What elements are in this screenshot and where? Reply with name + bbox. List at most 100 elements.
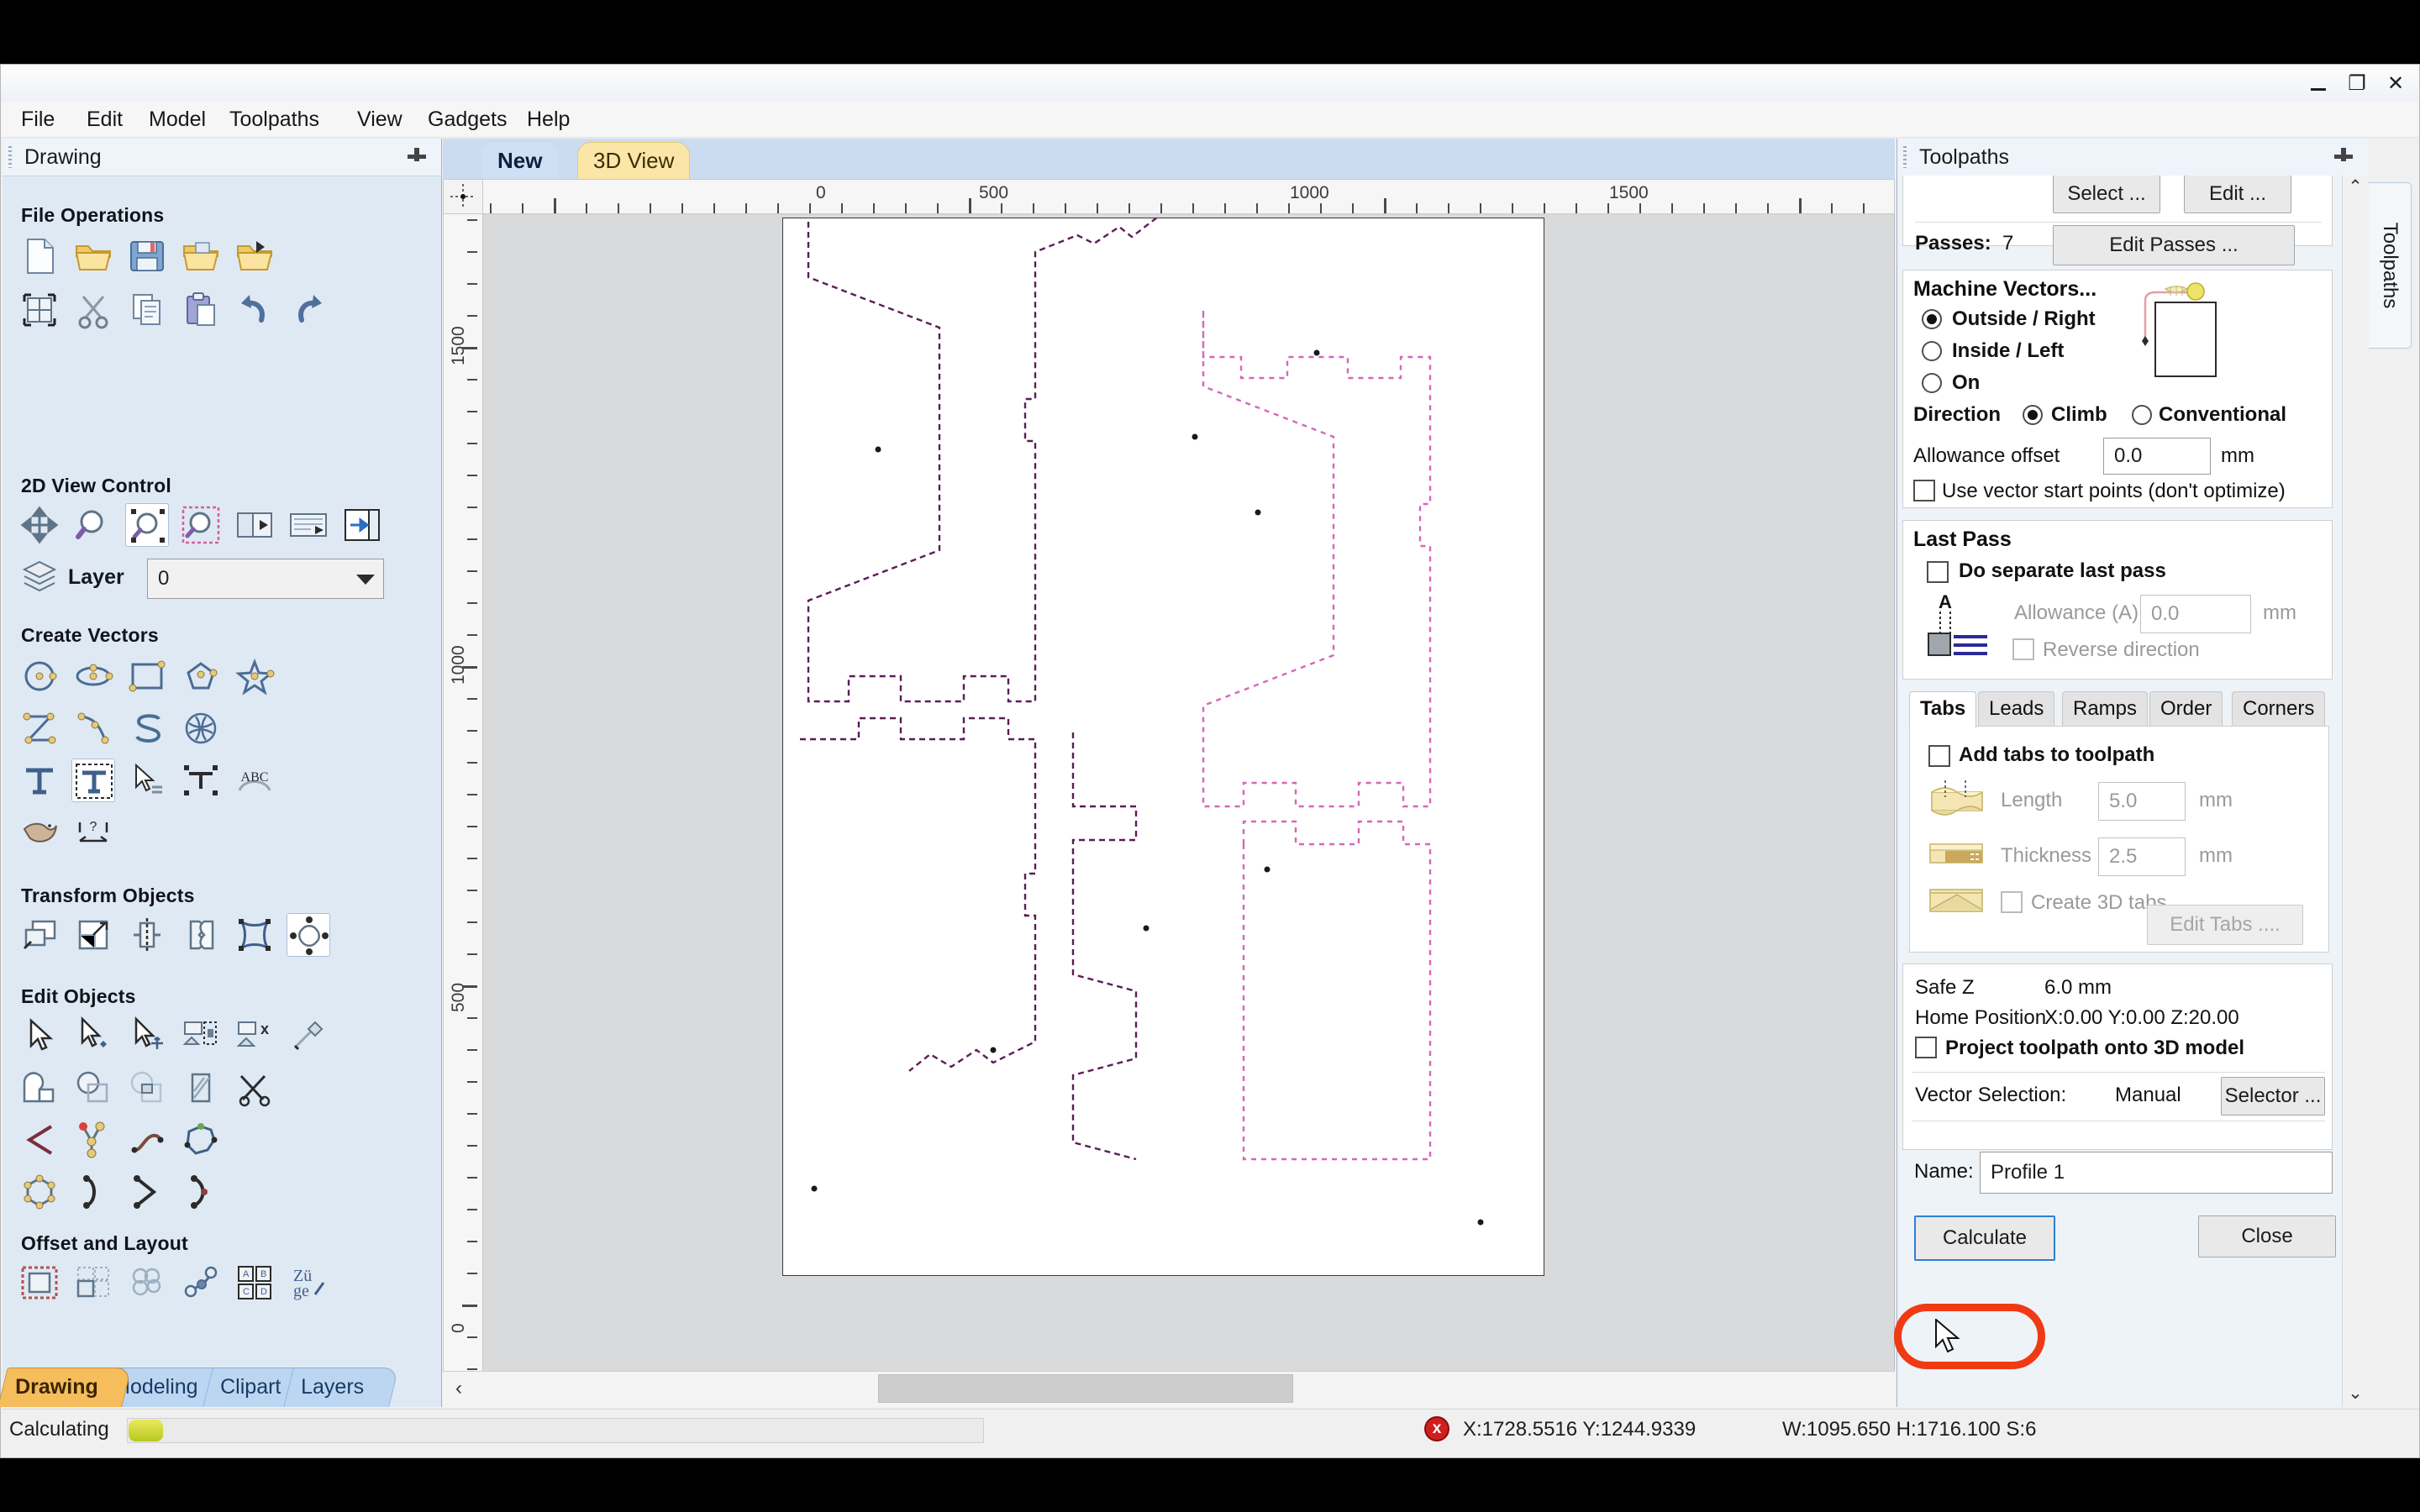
option-tab-tabs[interactable]: Tabs [1909, 691, 1977, 727]
move-icon[interactable] [18, 913, 61, 957]
text-arc-icon[interactable]: ABC [233, 759, 276, 802]
edit-passes-button[interactable]: Edit Passes ... [2053, 225, 2295, 265]
rectangle-icon[interactable] [125, 654, 169, 698]
create-3d-tabs-checkbox[interactable] [2001, 891, 2023, 913]
close-vector-icon[interactable] [179, 1118, 223, 1162]
radio-outside-right[interactable] [1922, 309, 1942, 329]
zoom-to-drawing-icon[interactable] [287, 503, 330, 547]
last-pass-allowance-input[interactable]: 0.0 [2140, 595, 2251, 633]
block-copy-icon[interactable] [179, 1261, 223, 1305]
vertical-ruler[interactable]: 1500 1000 500 0 [443, 214, 483, 1372]
menu-view[interactable]: View [345, 102, 414, 137]
close-window-button[interactable]: ✕ [2384, 73, 2407, 95]
reverse-direction-checkbox[interactable] [2012, 638, 2034, 660]
open-folder-icon[interactable] [71, 234, 115, 278]
chevron-up-icon[interactable]: ⌃ [2343, 176, 2368, 201]
project-toolpath-checkbox[interactable] [1915, 1037, 1937, 1058]
fillet-icon[interactable] [18, 1118, 61, 1162]
cut-vector-icon[interactable] [233, 1066, 276, 1110]
mirror-horizontal-icon[interactable] [179, 913, 223, 957]
close-toolpath-button[interactable]: Close [2198, 1215, 2336, 1257]
canvas-horizontal-scrollbar[interactable]: ‹ [443, 1371, 1895, 1407]
rotate-icon[interactable] [287, 913, 330, 957]
redo-icon[interactable] [287, 288, 330, 332]
select-tool-button[interactable]: Select ... [2053, 176, 2160, 213]
polygon-icon[interactable] [179, 654, 223, 698]
chevron-left-icon[interactable]: ‹ [446, 1375, 471, 1402]
node-edit-icon[interactable] [71, 1014, 115, 1058]
scrollbar-thumb[interactable] [878, 1374, 1293, 1403]
tab-layers[interactable]: Layers [283, 1368, 399, 1407]
node-points-icon[interactable] [71, 1118, 115, 1162]
toolpaths-vertical-scrollbar[interactable]: ⌃ ⌄ [2342, 176, 2368, 1407]
smooth-curve-icon[interactable] [125, 1118, 169, 1162]
menu-file[interactable]: File [9, 102, 66, 137]
distort-icon[interactable] [233, 913, 276, 957]
menu-toolpaths[interactable]: Toolpaths [218, 102, 331, 137]
trim-icon[interactable] [179, 1066, 223, 1110]
copy-icon[interactable] [125, 288, 169, 332]
curve-segment-icon[interactable] [71, 1170, 115, 1214]
subtract-icon[interactable] [71, 1066, 115, 1110]
weave-icon[interactable] [179, 706, 223, 750]
text-selected-icon[interactable] [71, 759, 115, 802]
toolpath-name-input[interactable]: Profile 1 [1980, 1152, 2333, 1194]
error-icon[interactable]: x [1424, 1416, 1449, 1441]
option-tab-order[interactable]: Order [2149, 691, 2223, 727]
selector-button[interactable]: Selector ... [2221, 1077, 2325, 1116]
tab-thickness-input[interactable]: 2.5 [2098, 837, 2186, 876]
weld-icon[interactable] [18, 1066, 61, 1110]
zoom-previous-icon[interactable] [233, 503, 276, 547]
pin-icon[interactable] [406, 146, 428, 168]
new-file-icon[interactable] [18, 234, 61, 278]
text-on-curve-icon[interactable] [125, 759, 169, 802]
ungroup-icon[interactable]: x [233, 1014, 276, 1058]
toggle-panel-icon[interactable] [340, 503, 384, 547]
text-transform-icon[interactable] [179, 759, 223, 802]
circle-icon[interactable] [18, 654, 61, 698]
dove-icon[interactable] [18, 811, 61, 854]
import-folder-icon[interactable] [179, 234, 223, 278]
pan-icon[interactable] [18, 503, 61, 547]
text-layout-icon[interactable]: Zü ge [287, 1261, 330, 1305]
radio-conventional[interactable] [2132, 405, 2152, 425]
layer-select[interactable]: 0 [147, 559, 384, 599]
undo-icon[interactable] [233, 288, 276, 332]
option-tab-ramps[interactable]: Ramps [2062, 691, 2149, 727]
cut-scissors-icon[interactable] [71, 288, 115, 332]
tab-drawing[interactable]: Drawing [0, 1368, 132, 1407]
join-icon[interactable] [287, 1014, 330, 1058]
use-start-points-checkbox[interactable] [1913, 480, 1935, 501]
zoom-icon[interactable] [71, 503, 115, 547]
line-segment-icon[interactable] [125, 1170, 169, 1214]
edit-tool-button[interactable]: Edit ... [2184, 176, 2291, 213]
menu-edit[interactable]: Edit [75, 102, 134, 137]
job-setup-icon[interactable] [18, 288, 61, 332]
drawing-canvas[interactable] [483, 214, 1895, 1372]
scale-icon[interactable] [71, 913, 115, 957]
nest-icon[interactable] [125, 1261, 169, 1305]
ellipse-icon[interactable] [71, 654, 115, 698]
option-tab-leads[interactable]: Leads [1978, 691, 2055, 727]
export-folder-icon[interactable] [233, 234, 276, 278]
restore-button[interactable]: ❐ [2345, 73, 2369, 95]
polyline-icon[interactable] [18, 706, 61, 750]
round-nodes-icon[interactable] [18, 1170, 61, 1214]
curve-icon[interactable] [71, 706, 115, 750]
radio-on[interactable] [1922, 373, 1942, 393]
ruler-origin-icon[interactable] [443, 179, 483, 214]
menu-model[interactable]: Model [137, 102, 218, 137]
toolpaths-vertical-tab[interactable]: Toolpaths [2369, 182, 2412, 349]
tab-length-input[interactable]: 5.0 [2098, 782, 2186, 821]
menu-help[interactable]: Help [515, 102, 581, 137]
save-disk-icon[interactable] [125, 234, 169, 278]
drag-handle[interactable] [1903, 146, 1907, 168]
add-tabs-checkbox[interactable] [1928, 745, 1950, 767]
intersect-icon[interactable] [125, 1066, 169, 1110]
doc-tab-3dview[interactable]: 3D View [577, 142, 691, 180]
doc-tab-new[interactable]: New [481, 142, 559, 181]
radio-climb[interactable] [2023, 405, 2043, 425]
array-copy-icon[interactable] [71, 1261, 115, 1305]
group-icon[interactable] [179, 1014, 223, 1058]
bezier-segment-icon[interactable] [179, 1170, 223, 1214]
